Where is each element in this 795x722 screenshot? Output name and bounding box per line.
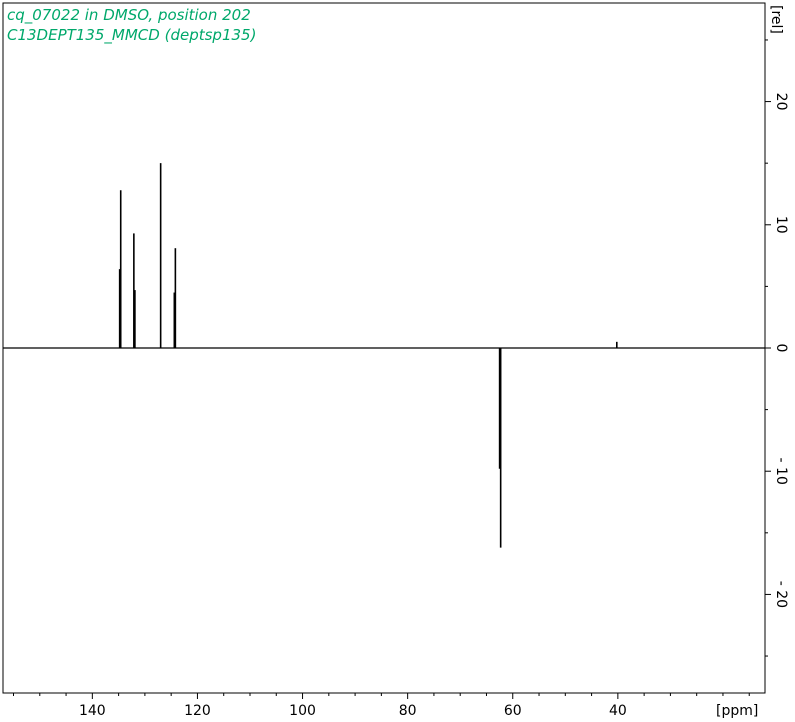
y-axis-unit-label: [rel] bbox=[768, 5, 784, 34]
x-tick-label: 60 bbox=[504, 703, 522, 719]
x-tick-label: 40 bbox=[609, 703, 627, 719]
y-tick-label: 20 bbox=[773, 93, 789, 111]
x-tick-label: 80 bbox=[399, 703, 417, 719]
x-tick-label: 120 bbox=[184, 703, 211, 719]
x-tick-label: 140 bbox=[79, 703, 106, 719]
spectrum-layer bbox=[3, 163, 765, 548]
y-tick-label: - 10 bbox=[773, 458, 789, 485]
spectrum-subtitle: C13DEPT135_MMCD (deptsp135) bbox=[7, 26, 256, 45]
x-axis-unit-label: [ppm] bbox=[716, 703, 758, 719]
y-axis: 20 10 0 - 10 - 20 bbox=[765, 39, 789, 657]
y-tick-label: 10 bbox=[773, 216, 789, 234]
nmr-spectrum-chart: cq_07022 in DMSO, position 202 C13DEPT13… bbox=[2, 2, 789, 719]
y-tick-label: - 20 bbox=[773, 581, 789, 608]
x-axis: 140 120 100 80 60 40 bbox=[13, 693, 750, 719]
spectrum-title: cq_07022 in DMSO, position 202 bbox=[7, 6, 251, 25]
y-tick-label: 0 bbox=[773, 344, 789, 353]
x-tick-label: 100 bbox=[289, 703, 316, 719]
